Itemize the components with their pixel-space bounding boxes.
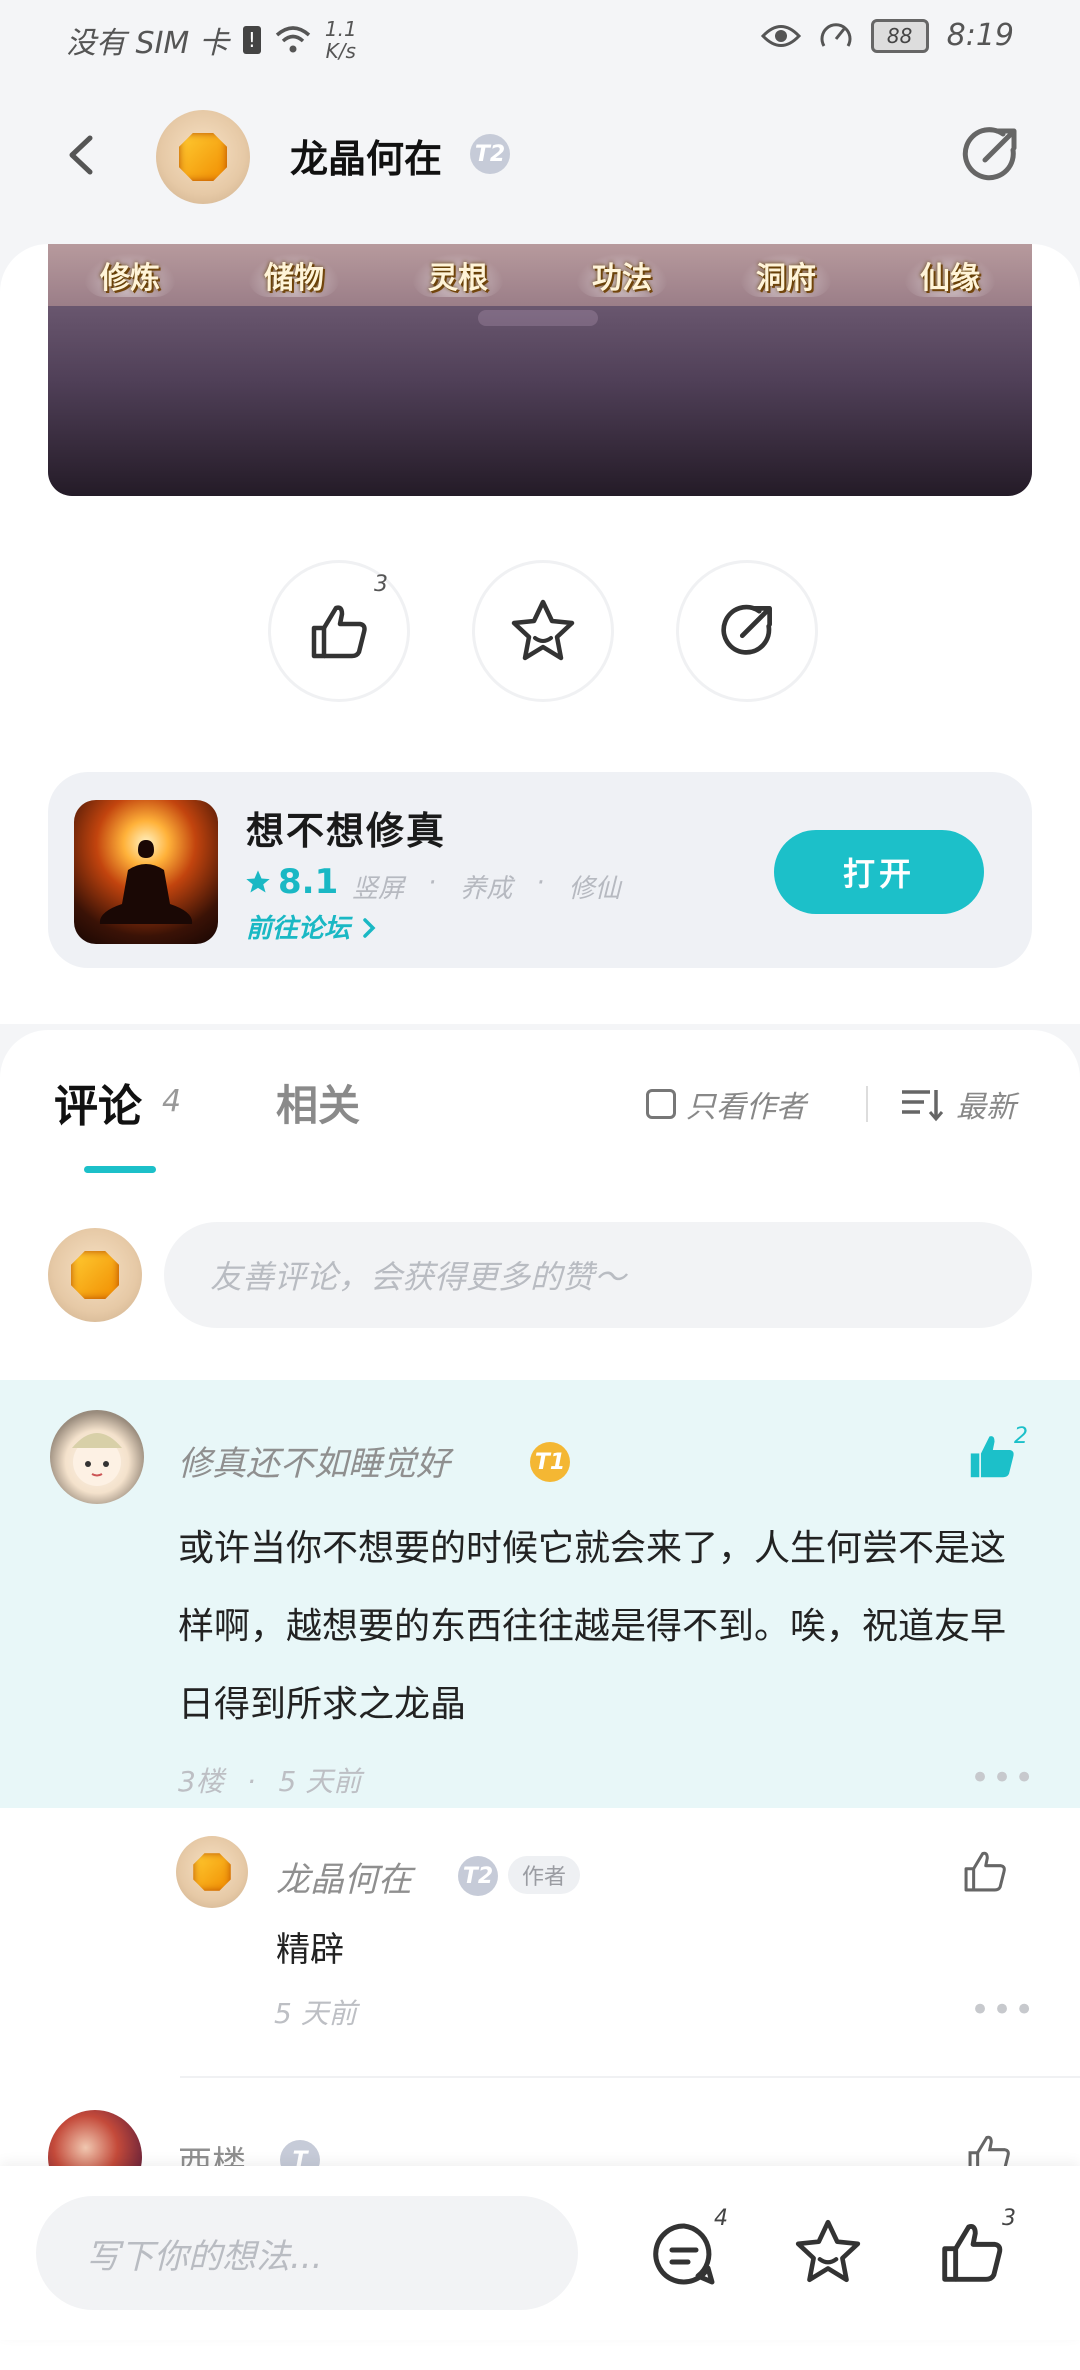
author-only-checkbox[interactable] [646, 1089, 676, 1119]
banner-tab-strip: 修炼 储物 灵根 功法 洞府 仙缘 [48, 244, 1032, 306]
star-icon [795, 2219, 861, 2283]
reply-user-name[interactable]: 龙晶何在 [276, 1852, 412, 1901]
carrier-text: 没有 SIM 卡 [66, 26, 229, 61]
active-tab-indicator [84, 1166, 156, 1173]
more-icon[interactable]: ••• [970, 1758, 1036, 1798]
sort-label: 最新 [956, 1090, 1016, 1125]
divider [866, 1086, 868, 1122]
banner-tab: 灵根 [412, 253, 504, 297]
speed-value: 1.1 [324, 17, 357, 41]
author-only-toggle[interactable]: 只看作者 [646, 1082, 806, 1126]
banner-tab: 功法 [576, 253, 668, 297]
thumbs-up-icon [964, 1851, 1006, 1892]
speed-unit: K/s [325, 39, 356, 63]
game-icon[interactable] [74, 800, 218, 944]
wifi-icon [275, 26, 311, 53]
comment-floor: 3楼 [178, 1765, 224, 1798]
meta-separator: · [246, 1765, 256, 1798]
sort-button[interactable]: 最新 [900, 1082, 1016, 1126]
author-avatar[interactable] [156, 110, 250, 204]
game-tags: 竖屏 · 养成 · 修仙 [352, 868, 621, 905]
tab-related[interactable]: 相关 [276, 1072, 360, 1133]
commenter-name[interactable]: 修真还不如睡觉好 [178, 1436, 450, 1485]
banner-tab: 仙缘 [904, 253, 996, 297]
share-icon [962, 127, 1017, 181]
status-bar: 没有 SIM 卡 ! 1.1 K/s 88 8:19 [0, 0, 1080, 80]
commenter-avatar[interactable] [50, 1410, 144, 1504]
banner-tab: 洞府 [740, 253, 832, 297]
reply-text: 精辟 [276, 1930, 344, 1970]
like-bottom-count: 3 [1002, 2206, 1016, 2231]
tab-comments-count: 4 [162, 1084, 182, 1119]
banner-tab: 储物 [248, 253, 340, 297]
chevron-right-icon [363, 918, 376, 938]
game-tag: 修仙 [568, 874, 621, 904]
banner-ornament [478, 310, 598, 326]
status-left: 没有 SIM 卡 ! 1.1 K/s [66, 18, 357, 62]
tag-separator: · [428, 868, 437, 898]
back-button[interactable] [50, 120, 120, 190]
author-tag: 作者 [508, 1856, 581, 1894]
author-level-badge: T2 [470, 134, 510, 174]
commenter-level-badge: T1 [530, 1442, 570, 1482]
open-game-button[interactable]: 打开 [774, 830, 984, 914]
battery-icon: 88 [870, 18, 929, 53]
reply-level-badge: T2 [458, 1856, 498, 1896]
thought-input[interactable]: 写下你的想法... [36, 2196, 578, 2310]
forum-link-label: 前往论坛 [246, 914, 351, 944]
more-icon[interactable]: ••• [970, 1990, 1036, 2030]
network-speed: 1.1 K/s [325, 18, 357, 62]
top-nav: 龙晶何在 T2 [0, 90, 1080, 230]
comment-text: 或许当你不想要的时候它就会来了，人生何尝不是这样啊，越想要的东西往往越是得不到。… [178, 1528, 1007, 1725]
forum-link[interactable]: 前往论坛 [246, 908, 379, 945]
divider [180, 2076, 1080, 2078]
reply-avatar[interactable] [176, 1836, 248, 1908]
comments-count: 4 [714, 2206, 728, 2231]
rating-value: 8.1 [278, 862, 339, 902]
like-bottom-button[interactable] [936, 2216, 1008, 2288]
like-post-button[interactable] [268, 560, 410, 702]
battery-level: 88 [886, 23, 913, 48]
author-name[interactable]: 龙晶何在 [290, 128, 442, 183]
comment-icon [653, 2223, 715, 2285]
sim-alert-icon: ! [242, 26, 261, 54]
tab-comments[interactable]: 评论 [54, 1070, 142, 1134]
reply-like-button[interactable] [960, 1846, 1020, 1906]
thumbs-up-filled-icon [970, 1436, 1014, 1478]
comment-meta: 3楼 · 5 天前 [178, 1760, 361, 1800]
favorite-bottom-button[interactable] [792, 2216, 864, 2288]
eye-icon [760, 24, 801, 47]
status-right: 88 8:19 [760, 18, 1014, 53]
star-filled-icon [246, 870, 270, 893]
meditating-figure-icon [99, 840, 193, 924]
share-post-button[interactable] [676, 560, 818, 702]
favorite-button[interactable] [472, 560, 614, 702]
speedometer-icon [820, 22, 852, 47]
my-avatar [48, 1228, 142, 1322]
author-only-label: 只看作者 [686, 1090, 806, 1125]
reply-time: 5 天前 [274, 1997, 357, 2030]
game-tag: 养成 [460, 874, 513, 904]
like-count: 3 [374, 572, 388, 597]
back-arrow-icon [69, 135, 93, 175]
tag-separator: · [536, 868, 545, 898]
comment-like-count: 2 [1014, 1424, 1028, 1449]
avatar-illustration [72, 1433, 122, 1486]
share-button[interactable] [955, 120, 1025, 190]
comment-input[interactable]: 友善评论，会获得更多的赞～ [164, 1222, 1032, 1328]
thumbs-up-icon [311, 605, 367, 659]
game-title[interactable]: 想不想修真 [246, 800, 446, 855]
game-rating: 8.1 [244, 862, 338, 902]
post-image[interactable]: 修炼 储物 灵根 功法 洞府 仙缘 [48, 244, 1032, 496]
comment-time: 5 天前 [278, 1765, 362, 1798]
share-icon [721, 604, 772, 655]
thumbs-up-icon [942, 2224, 1003, 2282]
sort-icon [902, 1090, 944, 1122]
star-icon [511, 599, 575, 661]
clock: 8:19 [946, 18, 1014, 53]
game-tag: 竖屏 [352, 874, 405, 904]
comments-button[interactable] [648, 2218, 720, 2290]
banner-tab: 修炼 [84, 253, 176, 297]
